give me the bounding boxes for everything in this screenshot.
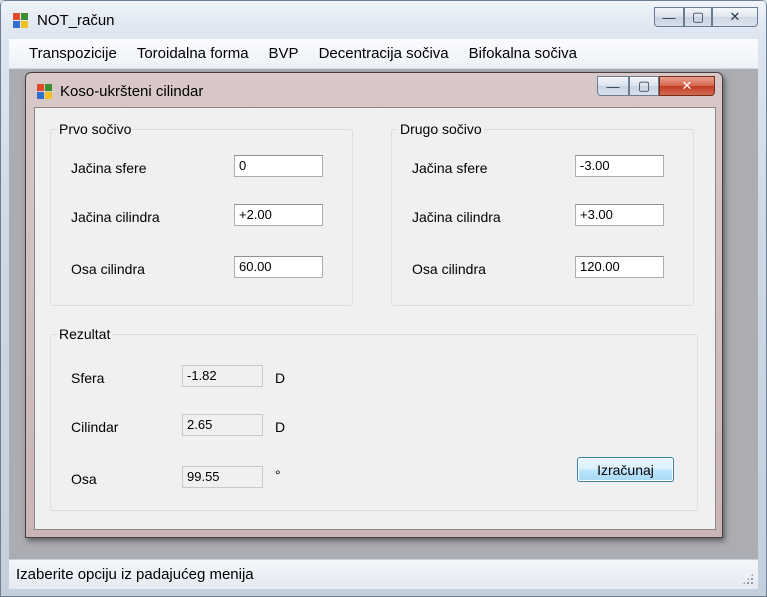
- menu-bar: Transpozicije Toroidalna forma BVP Decen…: [9, 39, 758, 69]
- main-caption-buttons: — ▢ ✕: [654, 7, 758, 27]
- minimize-icon: —: [606, 78, 620, 94]
- dialog-body: Prvo sočivo Jačina sfere 0 Jačina cilind…: [34, 107, 716, 530]
- maximize-icon: ▢: [691, 9, 705, 24]
- menu-item-transpozicije[interactable]: Transpozicije: [19, 45, 127, 62]
- status-text: Izaberite opciju iz padajućeg menija: [16, 566, 254, 583]
- first-sphere-input[interactable]: 0: [234, 155, 323, 177]
- result-sphere-output: -1.82: [182, 365, 263, 387]
- first-cylinder-label: Jačina cilindra: [71, 209, 160, 225]
- status-bar: Izaberite opciju iz padajućeg menija: [9, 559, 758, 589]
- minimize-icon: —: [662, 9, 676, 25]
- second-lens-group: Drugo sočivo Jačina sfere -3.00 Jačina c…: [391, 121, 694, 306]
- dialog-maximize-button[interactable]: ▢: [629, 76, 659, 96]
- second-cylinder-input[interactable]: +3.00: [575, 204, 664, 226]
- second-lens-group-title: Drugo sočivo: [398, 121, 484, 137]
- first-cylinder-input[interactable]: +2.00: [234, 204, 323, 226]
- dialog-close-button[interactable]: ✕: [659, 76, 715, 96]
- result-sphere-unit: D: [275, 370, 286, 386]
- menu-item-toroidalna-forma[interactable]: Toroidalna forma: [127, 45, 259, 62]
- result-group: Rezultat Sfera -1.82 D Cilindar 2.65 D O…: [50, 326, 698, 511]
- minimize-button[interactable]: —: [654, 7, 684, 27]
- second-sphere-label: Jačina sfere: [412, 160, 488, 176]
- resize-grip-icon[interactable]: [742, 573, 754, 585]
- maximize-icon: ▢: [637, 78, 651, 93]
- result-axis-unit: °: [275, 467, 281, 483]
- dialog-icon: [37, 84, 53, 100]
- second-cylinder-label: Jačina cilindra: [412, 209, 501, 225]
- close-button[interactable]: ✕: [712, 7, 758, 27]
- menu-item-bvp[interactable]: BVP: [259, 45, 309, 62]
- close-icon: ✕: [729, 9, 741, 24]
- result-sphere-label: Sfera: [71, 370, 105, 386]
- close-icon: ✕: [681, 78, 693, 93]
- dialog-title: Koso-ukršteni cilindar: [60, 83, 204, 100]
- calculate-button[interactable]: Izračunaj: [577, 457, 674, 482]
- second-axis-label: Osa cilindra: [412, 261, 486, 277]
- first-lens-group-title: Prvo sočivo: [57, 121, 134, 137]
- result-axis-label: Osa: [71, 471, 97, 487]
- result-group-title: Rezultat: [57, 326, 113, 342]
- first-axis-label: Osa cilindra: [71, 261, 145, 277]
- dialog-window: Koso-ukršteni cilindar — ▢ ✕ Prvo sočivo…: [25, 72, 723, 538]
- maximize-button[interactable]: ▢: [684, 7, 712, 27]
- first-sphere-label: Jačina sfere: [71, 160, 147, 176]
- result-cylinder-unit: D: [275, 419, 286, 435]
- main-titlebar[interactable]: NOT_račun — ▢ ✕: [1, 1, 766, 37]
- menu-item-decentracija-sociva[interactable]: Decentracija sočiva: [309, 45, 459, 62]
- first-lens-group: Prvo sočivo Jačina sfere 0 Jačina cilind…: [50, 121, 353, 306]
- result-cylinder-output: 2.65: [182, 414, 263, 436]
- result-axis-output: 99.55: [182, 466, 263, 488]
- window-title: NOT_račun: [37, 12, 115, 29]
- first-axis-input[interactable]: 60.00: [234, 256, 323, 278]
- dialog-minimize-button[interactable]: —: [597, 76, 629, 96]
- second-sphere-input[interactable]: -3.00: [575, 155, 664, 177]
- menu-item-bifokalna-sociva[interactable]: Bifokalna sočiva: [459, 45, 587, 62]
- result-cylinder-label: Cilindar: [71, 419, 119, 435]
- app-icon: [13, 13, 29, 29]
- second-axis-input[interactable]: 120.00: [575, 256, 664, 278]
- dialog-caption-buttons: — ▢ ✕: [597, 76, 715, 96]
